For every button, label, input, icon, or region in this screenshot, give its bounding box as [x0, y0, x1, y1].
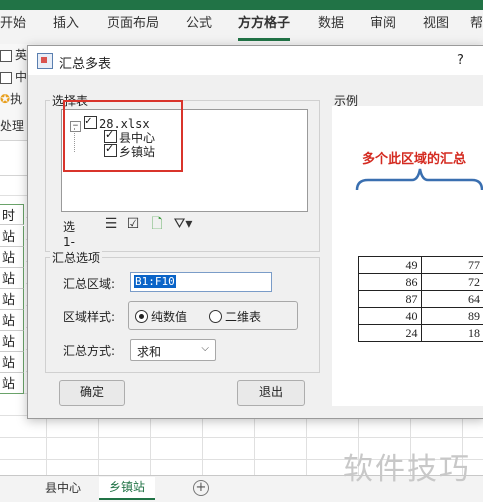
title-strip — [0, 0, 483, 10]
radio-icon — [209, 310, 222, 323]
style-label: 区域样式: — [63, 308, 115, 325]
table-row: 8672 — [359, 274, 483, 291]
table-row: 2418 — [359, 325, 483, 342]
tab-view[interactable]: 视图 — [423, 12, 449, 31]
tab-help[interactable]: 帮 — [470, 12, 483, 31]
tab-review[interactable]: 审阅 — [370, 12, 396, 31]
sheet-cell[interactable]: 站 — [0, 268, 24, 289]
sheet-cell[interactable]: 站 — [0, 247, 24, 268]
radio-2d-table[interactable]: 二维表 — [209, 308, 261, 325]
active-tab-indicator — [238, 38, 290, 41]
star-icon: ✪ — [0, 92, 10, 106]
tab-page-layout[interactable]: 页面布局 — [107, 12, 159, 31]
table-row: 4089 — [359, 308, 483, 325]
ribbon-tab-bar: 开始 插入 页面布局 公式 方方格子 数据 审阅 视图 帮 — [0, 0, 483, 45]
method-select[interactable]: 求和 ⌵ — [130, 339, 216, 361]
options-label: 汇总选项 — [50, 249, 102, 266]
tab-insert[interactable]: 插入 — [53, 12, 79, 31]
table-row: 4977 — [359, 257, 483, 274]
radio-numeric[interactable]: 纯数值 — [135, 308, 187, 325]
header-cell[interactable]: 时 — [0, 204, 24, 225]
sheet-cell[interactable]: 站 — [0, 331, 24, 352]
checkbox-icon — [0, 72, 12, 84]
ribbon-option-exec[interactable]: ✪执 — [0, 90, 22, 107]
sheet-cell[interactable]: 站 — [0, 310, 24, 331]
chevron-down-icon: ⌵ — [201, 343, 209, 354]
example-table: 4977 8672 8764 4089 2418 — [358, 256, 483, 342]
sheet-tab-county-center[interactable]: 县中心 — [45, 479, 81, 496]
sheet-cell[interactable]: 站 — [0, 226, 24, 247]
method-value: 求和 — [137, 343, 161, 360]
brace-icon — [354, 166, 483, 194]
highlight-annotation — [63, 100, 183, 172]
tab-formulas[interactable]: 公式 — [186, 12, 212, 31]
tab-data[interactable]: 数据 — [318, 12, 344, 31]
help-button[interactable]: ? — [457, 53, 464, 68]
summary-dialog: 汇总多表 ? 选择表 −28.xlsx 县中心 乡镇站 选1-2 ☰ ☑ 🗋 ⛛… — [27, 45, 483, 419]
sheet-tab-township[interactable]: 乡镇站 — [99, 477, 155, 500]
app-icon — [37, 53, 53, 69]
style-radio-group: 纯数值 二维表 — [128, 301, 298, 330]
ribbon-option-zh[interactable]: 中 — [0, 68, 27, 85]
range-input[interactable]: B1:F10 — [130, 272, 272, 292]
range-value: B1:F10 — [134, 275, 176, 288]
check-all-icon[interactable]: ☑ — [125, 216, 141, 232]
dialog-title: 汇总多表 — [59, 53, 111, 72]
watermark-text: 软件技巧 — [343, 444, 471, 488]
list-icon[interactable]: ☰ — [103, 216, 119, 232]
dialog-titlebar[interactable]: 汇总多表 ? — [28, 46, 483, 75]
tab-fangfang[interactable]: 方方格子 — [238, 12, 290, 31]
tab-home[interactable]: 开始 — [0, 12, 26, 31]
example-title: 多个此区域的汇总 — [362, 148, 466, 167]
sheet-cell[interactable]: 站 — [0, 373, 24, 394]
visible-column-cells: 时 站 站 站 站 站 站 站 站 — [0, 196, 26, 390]
filter-icon[interactable]: ⛛▾ — [171, 216, 195, 232]
exit-button[interactable]: 退出 — [237, 380, 305, 406]
ribbon-option-en[interactable]: 英 — [0, 46, 27, 63]
range-label: 汇总区域: — [63, 275, 115, 292]
ribbon-group-label: 处理 — [0, 117, 24, 134]
sheet-cell[interactable]: 站 — [0, 289, 24, 310]
checkbox-icon — [0, 50, 12, 62]
example-panel: 多个此区域的汇总 4977 8672 8764 4089 2418 — [332, 106, 483, 406]
method-label: 汇总方式: — [63, 342, 115, 359]
ok-button[interactable]: 确定 — [59, 380, 125, 406]
sheet-cell[interactable]: 站 — [0, 352, 24, 373]
add-sheet-icon[interactable]: + — [193, 480, 209, 496]
radio-selected-icon — [135, 310, 148, 323]
add-file-icon[interactable]: 🗋 — [149, 216, 165, 232]
table-row: 8764 — [359, 291, 483, 308]
